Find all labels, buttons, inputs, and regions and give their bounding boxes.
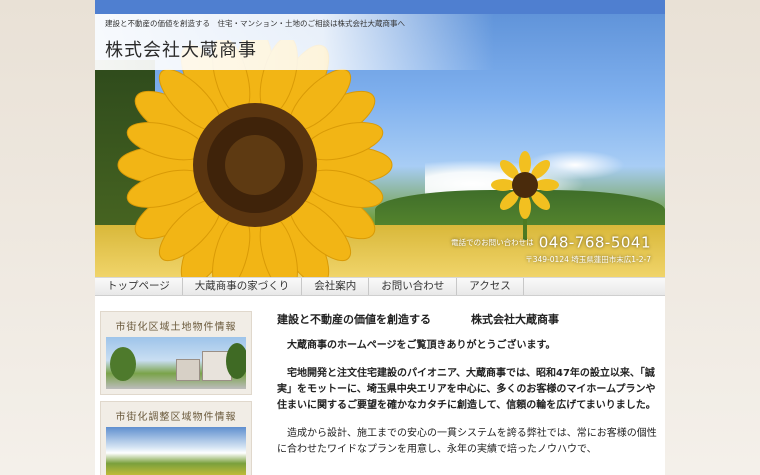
- page-background-right: [665, 0, 760, 475]
- nav-item-company[interactable]: 会社案内: [302, 278, 370, 295]
- intro-paragraph: 大蔵商事のホームページをご覧頂きありがとうございます。: [287, 340, 556, 351]
- house-shape: [176, 359, 200, 381]
- sidebar: 市街化区域土地物件情報 市街化調整区域物件情報: [100, 311, 252, 475]
- heading-company: 株式会社大蔵商事: [471, 313, 559, 326]
- company-address: 〒349-0124 埼玉県蓮田市末広1-2-7: [525, 254, 651, 264]
- page-heading: 建設と不動産の価値を創造する 株式会社大蔵商事: [277, 312, 657, 328]
- site-title-logo[interactable]: 株式会社大蔵商事: [105, 36, 257, 62]
- nav-item-contact[interactable]: お問い合わせ: [369, 278, 458, 295]
- service-paragraph: 造成から設計、施工までの安心の一貫システムを誇る弊社では、常にお客様の個性に合わ…: [277, 428, 657, 455]
- about-paragraph: 宅地開発と注文住宅建設のパイオニア、大蔵商事では、昭和47年の設立以来、「誠実」…: [277, 368, 656, 411]
- contact-info: 電話でのお問い合わせは 048-768-5041 〒349-0124 埼玉県蓮田…: [451, 232, 651, 265]
- tree-shape: [110, 347, 136, 381]
- main-navigation: トップページ 大蔵商事の家づくり 会社案内 お問い合わせ アクセス: [95, 277, 665, 296]
- header-top-bar: [95, 0, 665, 14]
- page-container: 建設と不動産の価値を創造する 住宅・マンション・土地のご相談は株式会社大蔵商事へ…: [95, 0, 665, 475]
- site-tagline: 建設と不動産の価値を創造する 住宅・マンション・土地のご相談は株式会社大蔵商事へ: [105, 19, 405, 28]
- phone-number[interactable]: 048-768-5041: [539, 234, 651, 252]
- nav-item-top[interactable]: トップページ: [95, 278, 183, 295]
- nav-item-access[interactable]: アクセス: [457, 278, 524, 295]
- sunflower-image-small: [491, 151, 559, 240]
- main-content: 建設と不動産の価値を創造する 株式会社大蔵商事 大蔵商事のホームページをご覧頂きあ…: [277, 312, 657, 470]
- sunflower-image: [117, 40, 393, 277]
- sidebar-block-title[interactable]: 市街化調整区域物件情報: [106, 406, 246, 427]
- page-background-left: [0, 0, 95, 475]
- tree-shape: [226, 343, 246, 379]
- field-photo[interactable]: [106, 427, 246, 475]
- heading-slogan: 建設と不動産の価値を創造する: [277, 313, 431, 326]
- sidebar-block-urban-land[interactable]: 市街化区域土地物件情報: [100, 311, 252, 395]
- sidebar-block-adjustment-area[interactable]: 市街化調整区域物件情報: [100, 401, 252, 475]
- houses-photo[interactable]: [106, 337, 246, 389]
- sidebar-block-title[interactable]: 市街化区域土地物件情報: [106, 316, 246, 337]
- header-banner: 建設と不動産の価値を創造する 住宅・マンション・土地のご相談は株式会社大蔵商事へ…: [95, 0, 665, 277]
- contact-label: 電話でのお問い合わせは: [451, 238, 534, 247]
- nav-item-house-building[interactable]: 大蔵商事の家づくり: [183, 278, 303, 295]
